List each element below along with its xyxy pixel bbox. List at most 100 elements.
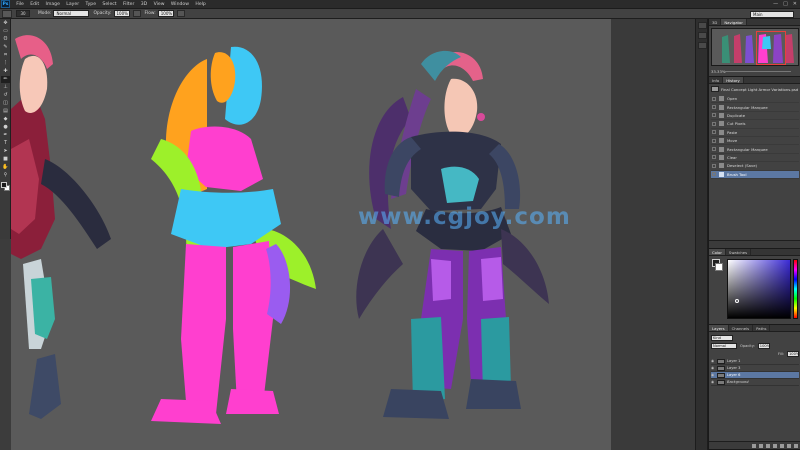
menu-filter[interactable]: Filter [120, 0, 138, 9]
crop-tool-icon[interactable]: ⌗ [1, 52, 10, 59]
opacity-input[interactable]: 100% [113, 10, 130, 17]
color-swatches[interactable] [0, 182, 10, 196]
hue-slider[interactable] [793, 259, 798, 319]
tab-info[interactable]: Info [709, 77, 724, 83]
marquee-tool-icon[interactable]: ▭ [1, 28, 10, 35]
clone-stamp-tool-icon[interactable]: ⊥ [1, 84, 10, 91]
layer-kind-filter[interactable]: Kind [711, 334, 733, 341]
tool-preset-picker[interactable] [2, 9, 12, 18]
history-state[interactable]: Paste [711, 129, 799, 137]
history-state[interactable]: Move [711, 137, 799, 146]
history-state[interactable]: Deselect (Save) [711, 162, 799, 171]
move-tool-icon[interactable]: ✥ [1, 20, 10, 27]
menu-select[interactable]: Select [99, 0, 120, 9]
healing-brush-tool-icon[interactable]: ✚ [1, 68, 10, 75]
layer-row[interactable]: ◉ Layer 1 [711, 358, 799, 365]
blend-mode-select[interactable]: Normal [711, 342, 737, 349]
adjustment-layer-icon[interactable] [773, 443, 777, 448]
type-tool-icon[interactable]: T [1, 140, 10, 147]
menu-view[interactable]: View [150, 0, 167, 9]
menu-help[interactable]: Help [192, 0, 209, 9]
layer-visibility-eye-icon[interactable]: ◉ [711, 359, 715, 363]
color-field[interactable] [727, 259, 791, 319]
history-snapshot[interactable]: Final Concept Light Armor Variations.psd [711, 85, 799, 93]
minimize-button[interactable]: — [773, 0, 778, 9]
layer-style-icon[interactable] [759, 443, 763, 448]
dodge-tool-icon[interactable]: ● [1, 124, 10, 131]
maximize-button[interactable]: □ [783, 0, 788, 9]
history-state[interactable]: Cut Pixels [711, 120, 799, 129]
layer-row[interactable]: ◉ Background [711, 379, 799, 386]
airbrush-icon[interactable] [176, 10, 185, 17]
layer-visibility-eye-icon[interactable]: ◉ [711, 373, 715, 377]
history-source-checkbox[interactable] [712, 138, 716, 143]
color-panel-background-swatch[interactable] [715, 263, 723, 271]
menu-type[interactable]: Type [82, 0, 99, 9]
navigator-zoom-slider[interactable] [725, 71, 791, 72]
collapsed-panel-icon[interactable] [698, 42, 707, 49]
flow-input[interactable]: 100% [157, 10, 174, 17]
delete-layer-icon[interactable] [794, 443, 798, 448]
workspace-select[interactable]: Main [750, 10, 794, 18]
navigator-view-box[interactable] [756, 31, 786, 65]
eyedropper-tool-icon[interactable]: ᛙ [1, 60, 10, 67]
layer-row[interactable]: ◉ Layer 3 [711, 365, 799, 372]
history-state[interactable]: Rectangular Marquee [711, 145, 799, 154]
blur-tool-icon[interactable]: ◆ [1, 116, 10, 123]
add-mask-icon[interactable] [766, 443, 770, 448]
tab-navigator[interactable]: Navigator [721, 19, 747, 25]
menu-window[interactable]: Window [168, 0, 193, 9]
brush-tool-icon[interactable]: ✏ [1, 76, 10, 83]
tab-3d[interactable]: 3D [709, 19, 722, 25]
collapsed-panel-icon[interactable] [698, 32, 707, 39]
history-source-checkbox[interactable] [712, 105, 716, 110]
layer-row[interactable]: ◉ Layer 6 [711, 372, 799, 379]
gradient-tool-icon[interactable]: ▤ [1, 108, 10, 115]
layer-visibility-eye-icon[interactable]: ◉ [711, 380, 715, 384]
layer-fill-input[interactable]: 100% [787, 350, 799, 357]
history-state[interactable]: Rectangular Marquee [711, 103, 799, 112]
pressure-opacity-icon[interactable] [132, 10, 141, 17]
tab-paths[interactable]: Paths [753, 325, 771, 331]
new-group-icon[interactable] [780, 443, 784, 448]
history-source-checkbox[interactable] [712, 96, 716, 101]
tab-color[interactable]: Color [709, 249, 726, 255]
brush-size-picker[interactable]: 30 [16, 10, 30, 17]
layer-opacity-input[interactable]: 100% [757, 342, 770, 349]
lasso-tool-icon[interactable]: ʘ [1, 36, 10, 43]
history-brush-tool-icon[interactable]: ↺ [1, 92, 10, 99]
history-source-checkbox[interactable] [712, 121, 716, 126]
menu-3d[interactable]: 3D [138, 0, 151, 9]
navigator-preview[interactable] [711, 28, 799, 66]
path-select-tool-icon[interactable]: ➤ [1, 148, 10, 155]
menu-layer[interactable]: Layer [63, 0, 82, 9]
history-state[interactable]: Brush Tool [711, 170, 799, 179]
history-state[interactable]: Clear [711, 154, 799, 163]
menu-image[interactable]: Image [42, 0, 63, 9]
history-state[interactable]: Open [711, 95, 799, 104]
history-source-checkbox[interactable] [712, 172, 716, 177]
history-source-checkbox[interactable] [712, 130, 716, 135]
tab-history[interactable]: History [723, 77, 744, 83]
quick-select-tool-icon[interactable]: ✎ [1, 44, 10, 51]
history-source-checkbox[interactable] [712, 163, 716, 168]
shape-tool-icon[interactable]: ■ [1, 156, 10, 163]
eraser-tool-icon[interactable]: ◫ [1, 100, 10, 107]
hand-tool-icon[interactable]: ✋ [1, 164, 10, 171]
tab-channels[interactable]: Channels [729, 325, 754, 331]
color-picker-cursor[interactable] [735, 299, 739, 303]
document-canvas[interactable] [11, 19, 611, 450]
zoom-tool-icon[interactable]: ⚲ [1, 172, 10, 179]
close-button[interactable]: ✕ [793, 0, 797, 9]
tab-swatches[interactable]: Swatches [726, 249, 752, 255]
history-source-checkbox[interactable] [712, 113, 716, 118]
navigator-zoom-value[interactable]: 33.33% [711, 69, 725, 74]
layer-visibility-eye-icon[interactable]: ◉ [711, 366, 715, 370]
history-source-checkbox[interactable] [712, 155, 716, 160]
menu-edit[interactable]: Edit [27, 0, 42, 9]
link-layers-icon[interactable] [752, 443, 756, 448]
mode-select[interactable]: Normal [53, 10, 90, 17]
menu-file[interactable]: File [13, 0, 27, 9]
history-state[interactable]: Duplicate [711, 112, 799, 121]
history-source-checkbox[interactable] [712, 147, 716, 152]
